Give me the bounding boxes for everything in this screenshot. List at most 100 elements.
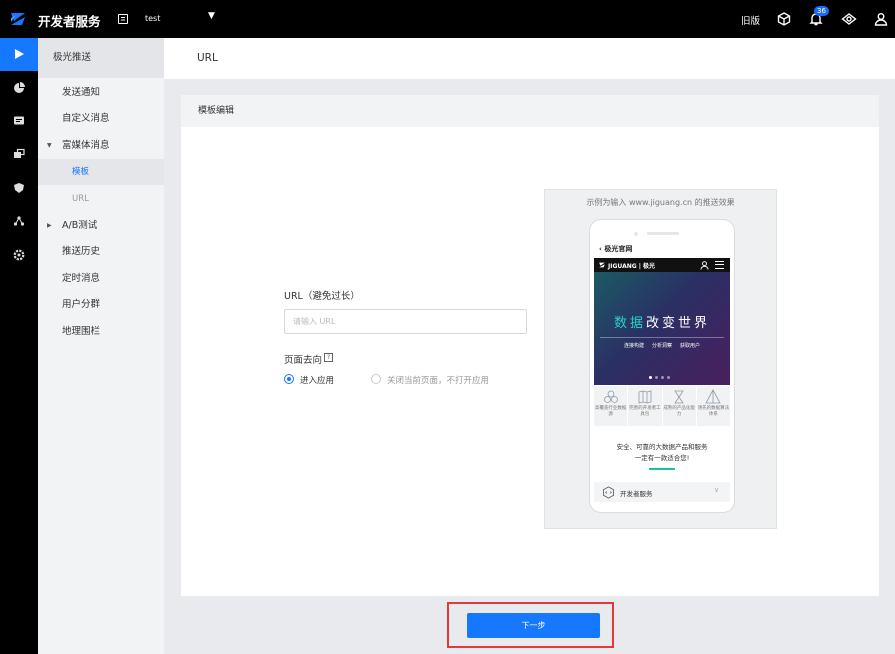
menu-item-rich-media[interactable]: ▼ 富媒体消息 xyxy=(38,133,164,159)
menu-item-label: 自定义消息 xyxy=(62,113,110,124)
phone-mockup: ‹ 极光官网 JIGUANG | 极光 数据改变世界 连接构建 分析洞察 获取用… xyxy=(589,219,735,513)
hero-link: 连接构建 xyxy=(623,343,644,349)
developer-service-icon xyxy=(602,486,615,499)
feature-item: 成熟的产品化能力 xyxy=(663,386,697,426)
menu-item-ab-test[interactable]: ▶ A/B测试 xyxy=(38,213,164,239)
menu-item-geofence[interactable]: 地理围栏 xyxy=(38,319,164,345)
eye-icon[interactable] xyxy=(841,11,857,27)
rail-messages[interactable] xyxy=(0,105,38,138)
chevron-down-icon: ∨ xyxy=(714,486,720,494)
next-step-button[interactable]: 下一步 xyxy=(467,613,600,638)
window-icon xyxy=(14,148,25,158)
icon-rail xyxy=(0,38,38,654)
app-selector-icon[interactable] xyxy=(118,14,128,24)
menu-item-label: 富媒体消息 xyxy=(62,140,110,151)
feature-item: 高覆盖行业数据源 xyxy=(594,386,629,426)
menu-item-url[interactable]: URL xyxy=(38,186,164,212)
caret-right-icon: ▶ xyxy=(47,222,52,229)
hourglass-icon xyxy=(674,390,684,404)
hero-title: 数据改变世界 xyxy=(594,312,730,331)
push-preview-panel: 示例为输入 www.jiguang.cn 的推送效果 ‹ 极光官网 JIGUAN… xyxy=(544,189,777,529)
settings-icon xyxy=(13,249,25,261)
hero-link: 分析洞察 xyxy=(651,343,672,349)
menu-item-label: 发送通知 xyxy=(62,87,101,98)
menu-item-template[interactable]: 模板 xyxy=(38,159,164,185)
app-name[interactable]: test xyxy=(145,14,160,23)
site-nav: JIGUANG | 极光 xyxy=(594,258,730,272)
rail-windows[interactable] xyxy=(0,138,38,171)
notification-badge[interactable]: 36 xyxy=(814,6,829,16)
hero-banner: 数据改变世界 连接构建 分析洞察 获取用户 xyxy=(594,272,730,385)
page-header: URL xyxy=(164,38,895,79)
menu-item-custom-message[interactable]: 自定义消息 xyxy=(38,106,164,132)
url-input[interactable] xyxy=(284,309,527,334)
feature-item: 领先的数据算法体系 xyxy=(697,386,730,426)
menu-item-send-notification[interactable]: 发送通知 xyxy=(38,80,164,106)
feature-strip: 高覆盖行业数据源 完善的开发者工具包 成熟的产品化能力 领先的数据算法体系 xyxy=(594,386,730,426)
brand-title[interactable]: 开发者服务 xyxy=(38,11,101,30)
rail-analytics[interactable] xyxy=(0,72,38,105)
caret-down-icon: ▼ xyxy=(47,142,52,149)
radio-enter-app[interactable] xyxy=(284,374,294,384)
site-title: 极光官网 xyxy=(604,245,633,253)
site-logo-text: JIGUANG | 极光 xyxy=(608,263,656,270)
preview-caption: 示例为输入 www.jiguang.cn 的推送效果 xyxy=(586,198,735,207)
menu-item-label: URL xyxy=(72,194,89,204)
hero-link: 获取用户 xyxy=(680,343,701,349)
menu-item-push-history[interactable]: 推送历史 xyxy=(38,239,164,265)
shield-icon xyxy=(14,183,24,193)
site-menu-icon xyxy=(715,261,724,269)
page-direction-label: 页面去向 xyxy=(284,355,323,366)
rail-settings[interactable] xyxy=(0,239,38,272)
site-logo-icon xyxy=(599,262,605,268)
radio-close-page[interactable] xyxy=(371,374,381,384)
menu-item-label: 推送历史 xyxy=(62,246,101,257)
app-dropdown-caret-icon[interactable]: ▼ xyxy=(208,11,215,21)
old-version-link[interactable]: 旧版 xyxy=(741,13,760,27)
footer-text: 开发者服务 xyxy=(620,490,653,498)
menu-item-segments[interactable]: 用户分群 xyxy=(38,292,164,318)
rail-security[interactable] xyxy=(0,172,38,205)
slogan: 安全、可靠的大数据产品和服务 一定有一款适合您! xyxy=(590,442,734,464)
user-icon[interactable] xyxy=(873,11,889,27)
radio-enter-app-label[interactable]: 进入应用 xyxy=(300,374,334,386)
top-bar: 开发者服务 test ▼ 旧版 36 xyxy=(0,0,895,38)
phone-speaker xyxy=(647,232,679,235)
chart-icon xyxy=(14,82,25,93)
feature-text: 高覆盖行业数据源 xyxy=(594,406,627,417)
slogan-underline xyxy=(649,468,675,470)
submenu: 极光推送 发送通知 自定义消息 ▼ 富媒体消息 模板 URL ▶ A/B测试 推送历… xyxy=(38,38,164,654)
slogan-line: 安全、可靠的大数据产品和服务 xyxy=(616,443,708,451)
menu-item-label: 模板 xyxy=(72,167,90,177)
feature-text: 成熟的产品化能力 xyxy=(663,406,695,417)
help-icon[interactable]: ? xyxy=(324,353,333,362)
feature-text: 完善的开发者工具包 xyxy=(629,406,661,417)
hero-divider xyxy=(600,337,724,338)
phone-camera xyxy=(634,232,638,236)
map-icon xyxy=(638,390,652,404)
feature-text: 领先的数据算法体系 xyxy=(697,406,730,417)
cube-icon[interactable] xyxy=(776,11,792,27)
back-arrow-icon: ‹ xyxy=(599,245,602,253)
url-label: URL（避免过长） xyxy=(284,291,360,302)
hero-rest: 改变世界 xyxy=(646,316,711,331)
push-icon xyxy=(15,49,24,59)
page-title: URL xyxy=(197,52,218,64)
message-icon xyxy=(14,116,24,125)
rail-network[interactable] xyxy=(0,205,38,238)
radio-close-page-label[interactable]: 关闭当前页面，不打开应用 xyxy=(387,374,489,386)
card-title: 模板编辑 xyxy=(181,95,879,127)
network-icon xyxy=(13,216,25,226)
site-user-icon xyxy=(700,261,709,270)
hero-highlight: 数据 xyxy=(613,316,646,331)
menu-item-scheduled[interactable]: 定时消息 xyxy=(38,266,164,292)
menu-item-label: 定时消息 xyxy=(62,273,101,284)
rail-push[interactable] xyxy=(0,38,38,71)
slogan-line: 一定有一款适合您! xyxy=(634,454,690,462)
jiguang-logo-icon[interactable] xyxy=(8,9,28,29)
hero-links: 连接构建 分析洞察 获取用户 xyxy=(594,342,730,349)
cubes-icon xyxy=(603,390,618,403)
phone-footer: 开发者服务 ∨ xyxy=(594,482,730,502)
menu-item-label: A/B测试 xyxy=(62,220,98,231)
menu-item-label: 地理围栏 xyxy=(62,326,101,337)
